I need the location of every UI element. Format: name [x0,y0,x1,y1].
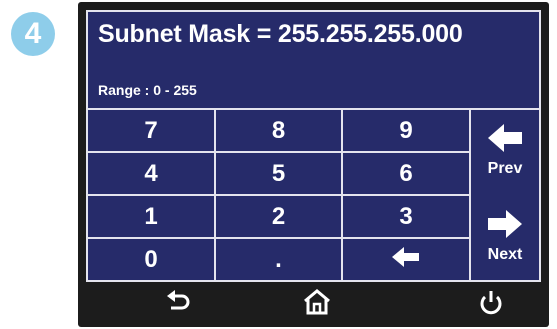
next-button[interactable]: Next [471,196,539,280]
key-7[interactable]: 7 [88,110,216,153]
step-number-badge: 4 [11,12,55,56]
key-1-label: 1 [144,202,158,230]
backspace-key[interactable] [343,239,471,280]
key-5-label: 5 [271,159,286,187]
device-frame: Subnet Mask = 255.255.255.000 Range : 0 … [78,2,549,327]
right-arrow-icon [471,196,539,238]
key-9-label: 9 [399,116,413,144]
backspace-arrow-icon [392,246,420,274]
key-5[interactable]: 5 [216,153,343,196]
key-8[interactable]: 8 [216,110,343,153]
numeric-keypad: 7 8 9 4 5 6 1 2 3 0 . Prev Next [88,108,539,280]
left-arrow-icon [471,110,539,152]
subnet-mask-title: Subnet Mask = 255.255.255.000 [98,20,463,48]
back-button[interactable] [162,288,196,320]
back-icon [166,289,192,319]
range-label: Range : 0 - 255 [98,82,197,98]
key-7-label: 7 [144,116,158,144]
key-4[interactable]: 4 [88,153,216,196]
next-label: Next [487,246,523,263]
key-2[interactable]: 2 [216,196,343,239]
key-2-label: 2 [271,202,286,230]
key-0[interactable]: 0 [88,239,216,280]
footer-bar [86,284,541,325]
key-8-label: 8 [271,116,286,144]
key-6-label: 6 [399,159,413,187]
key-decimal-point[interactable]: . [216,239,343,280]
key-3[interactable]: 3 [343,196,471,239]
key-decimal-label: . [275,245,282,273]
key-4-label: 4 [144,159,158,187]
prev-label: Prev [487,160,523,177]
prev-button[interactable]: Prev [471,110,539,196]
home-button[interactable] [300,288,334,320]
key-3-label: 3 [399,202,413,230]
key-6[interactable]: 6 [343,153,471,196]
home-icon [303,288,331,320]
power-button[interactable] [474,288,508,320]
key-9[interactable]: 9 [343,110,471,153]
key-1[interactable]: 1 [88,196,216,239]
power-icon [479,289,503,320]
key-0-label: 0 [144,245,158,273]
touch-screen: Subnet Mask = 255.255.255.000 Range : 0 … [86,10,541,282]
